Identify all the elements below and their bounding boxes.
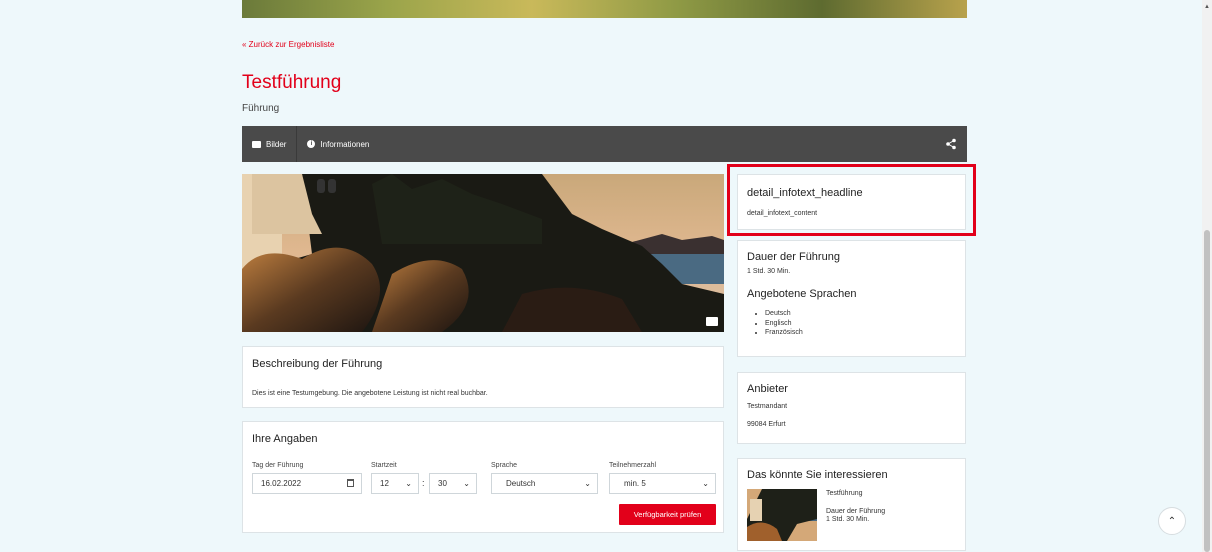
hero-image-strip — [242, 0, 967, 18]
description-heading: Beschreibung der Führung — [252, 358, 383, 370]
tour-details-card: Dauer der Führung 1 Std. 30 Min. Angebot… — [737, 240, 966, 357]
provider-heading: Anbieter — [747, 383, 788, 395]
booking-form-heading: Ihre Angaben — [252, 433, 318, 445]
tab-images[interactable]: Bilder — [242, 126, 298, 162]
hour-value: 12 — [380, 479, 389, 488]
provider-city: 99084 Erfurt — [747, 421, 786, 428]
main-tour-image[interactable] — [242, 174, 724, 332]
recommendation-title[interactable]: Testführung — [826, 490, 863, 497]
booking-form-card: Ihre Angaben Tag der Führung 16.02.2022 … — [242, 421, 724, 533]
image-icon — [252, 140, 261, 148]
lighthouse-coast-photo — [242, 174, 724, 332]
recommendation-duration-label: Dauer der Führung — [826, 508, 886, 515]
scrollbar-thumb[interactable] — [1204, 230, 1210, 552]
recommendation-thumbnail[interactable] — [747, 489, 817, 541]
share-icon[interactable] — [945, 138, 957, 150]
tab-information-label: Informationen — [320, 139, 370, 149]
tab-images-label: Bilder — [266, 139, 287, 149]
chevron-down-icon: ⌄ — [463, 479, 470, 488]
page-title: Testführung — [242, 72, 342, 93]
scroll-to-top-button[interactable]: ⌃ — [1158, 507, 1186, 535]
provider-name: Testmandant — [747, 403, 788, 410]
languages-heading: Angebotene Sprachen — [747, 288, 857, 300]
info-icon: i — [307, 140, 316, 148]
date-label: Tag der Führung — [252, 462, 304, 469]
lighthouse-thumbnail-image — [747, 489, 817, 541]
language-item: Französisch — [765, 328, 803, 338]
recommendation-duration-value: 1 Std. 30 Min. — [826, 516, 870, 523]
language-item: Englisch — [765, 319, 803, 329]
chevron-down-icon: ⌄ — [702, 479, 709, 488]
minute-value: 30 — [438, 479, 447, 488]
duration-value: 1 Std. 30 Min. — [747, 268, 791, 275]
language-select[interactable]: Deutsch ⌄ — [491, 473, 598, 494]
participants-select[interactable]: min. 5 ⌄ — [609, 473, 716, 494]
chevron-down-icon: ⌄ — [584, 479, 591, 488]
duration-heading: Dauer der Führung — [747, 251, 840, 263]
check-availability-button[interactable]: Verfügbarkeit prüfen — [619, 504, 716, 525]
minute-select[interactable]: 30 ⌄ — [429, 473, 477, 494]
participants-label: Teilnehmerzahl — [609, 462, 657, 469]
tab-information[interactable]: i Informationen — [297, 126, 379, 162]
language-label: Sprache — [491, 462, 518, 469]
calendar-icon — [347, 479, 354, 487]
page-subtitle: Führung — [242, 103, 280, 114]
start-time-label: Startzeit — [371, 462, 397, 469]
languages-list: Deutsch Englisch Französisch — [765, 309, 803, 338]
highlight-box — [727, 164, 976, 236]
gallery-icon[interactable] — [706, 317, 718, 326]
description-card: Beschreibung der Führung Dies ist eine T… — [242, 346, 724, 408]
chevron-up-icon: ⌃ — [1167, 515, 1177, 527]
date-value: 16.02.2022 — [261, 479, 302, 488]
detail-tabbar: Bilder i Informationen — [242, 126, 967, 162]
back-to-results-link[interactable]: « Zurück zur Ergebnisliste — [242, 40, 334, 49]
time-separator: : — [422, 478, 425, 488]
language-value: Deutsch — [506, 479, 536, 488]
page-scrollbar[interactable]: ▲ — [1202, 0, 1212, 552]
recommendations-card: Das könnte Sie interessieren Testführung… — [737, 458, 966, 551]
recommendations-heading: Das könnte Sie interessieren — [747, 469, 888, 481]
chevron-down-icon: ⌄ — [405, 479, 412, 488]
participants-value: min. 5 — [624, 479, 646, 488]
provider-card: Anbieter Testmandant 99084 Erfurt — [737, 372, 966, 444]
language-item: Deutsch — [765, 309, 803, 319]
description-text: Dies ist eine Testumgebung. Die angebote… — [252, 390, 488, 397]
hour-select[interactable]: 12 ⌄ — [371, 473, 419, 494]
date-field[interactable]: 16.02.2022 — [252, 473, 362, 494]
scroll-up-arrow-icon[interactable]: ▲ — [1204, 4, 1210, 10]
